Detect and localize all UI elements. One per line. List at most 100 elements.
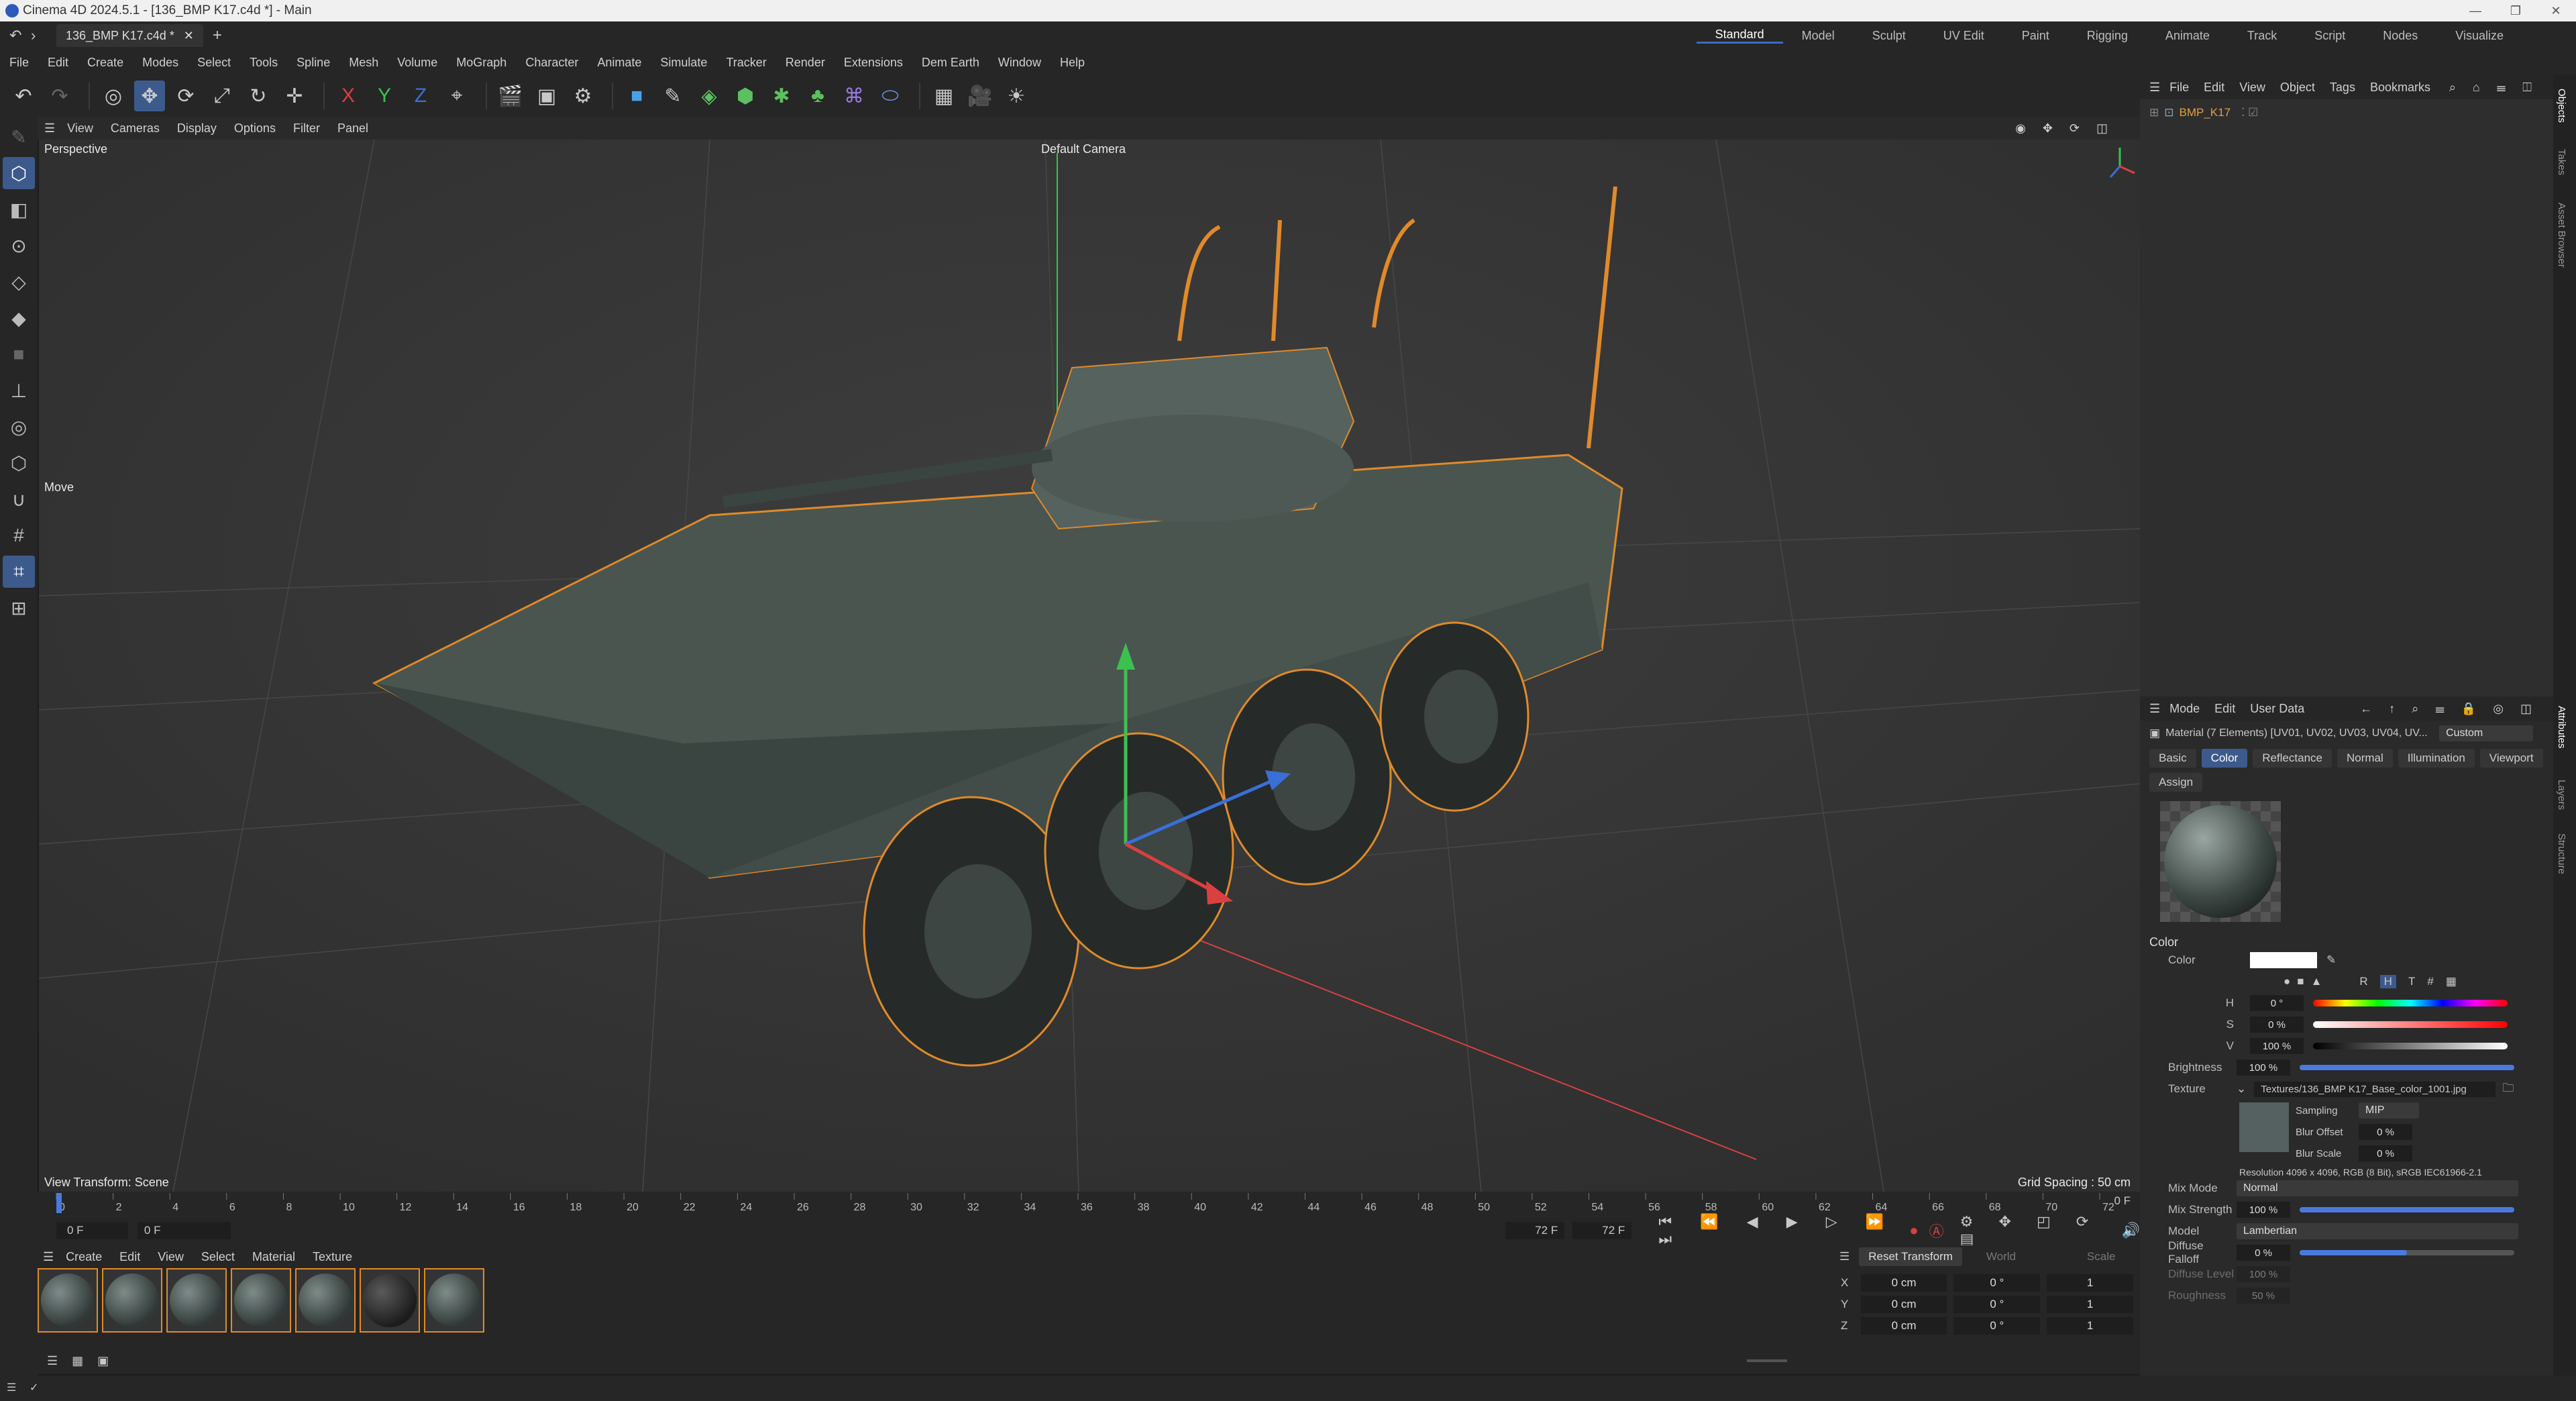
- scale-y-field[interactable]: 1: [2047, 1296, 2134, 1313]
- diffuse-falloff-slider[interactable]: [2300, 1250, 2514, 1255]
- temperature-button[interactable]: T: [2408, 975, 2415, 988]
- eyedropper-icon[interactable]: ✎: [2326, 953, 2336, 967]
- object-name[interactable]: BMP_K17: [2180, 106, 2231, 119]
- menu-simulate[interactable]: Simulate: [660, 56, 707, 70]
- tab-illumination[interactable]: Illumination: [2398, 749, 2475, 768]
- vp-menu-filter[interactable]: Filter: [293, 121, 320, 136]
- mat-menu-view[interactable]: View: [158, 1250, 184, 1264]
- current-frame-field[interactable]: 0 F: [137, 1222, 231, 1239]
- rotate-tool-icon[interactable]: ⟳: [170, 81, 201, 111]
- model-mode-icon[interactable]: ✎: [3, 121, 35, 153]
- layout-paint[interactable]: Paint: [2003, 29, 2068, 43]
- close-button[interactable]: ✕: [2536, 0, 2576, 21]
- 3d-viewport[interactable]: Perspective Default Camera Move View Tra…: [39, 140, 2140, 1192]
- field-object-icon[interactable]: ⬭: [875, 81, 906, 111]
- tab-viewport[interactable]: Viewport: [2479, 749, 2543, 768]
- deformer-icon[interactable]: ⌘: [839, 81, 869, 111]
- vp-menu-display[interactable]: Display: [177, 121, 217, 136]
- close-tab-icon[interactable]: ✕: [184, 29, 194, 43]
- menu-render[interactable]: Render: [786, 56, 825, 70]
- light-icon[interactable]: ☀: [1001, 81, 1032, 111]
- brightness-slider[interactable]: [2300, 1065, 2514, 1070]
- diffuse-level-field[interactable]: 100 %: [2237, 1266, 2290, 1282]
- lock-workplane-icon[interactable]: ⊞: [3, 592, 35, 624]
- side-tab-takes[interactable]: Takes: [2556, 149, 2567, 175]
- scale-z-field[interactable]: 1: [2047, 1317, 2134, 1335]
- menu-select[interactable]: Select: [197, 56, 231, 70]
- hsv-button[interactable]: H: [2379, 975, 2396, 988]
- texture-dropdown-icon[interactable]: ⌄: [2237, 1082, 2246, 1096]
- material-swatch[interactable]: [360, 1268, 420, 1333]
- polygon-mode-icon[interactable]: ◆: [3, 302, 35, 334]
- coord-system-dropdown[interactable]: World: [1986, 1250, 2067, 1263]
- undo-icon[interactable]: ↶: [8, 81, 39, 111]
- redo-history-icon[interactable]: ›: [31, 27, 36, 44]
- magnet-icon[interactable]: ∪: [3, 483, 35, 515]
- obj-menu-bookmarks[interactable]: Bookmarks: [2370, 81, 2430, 95]
- hue-field[interactable]: 0 °: [2250, 995, 2304, 1011]
- material-swatch[interactable]: [102, 1268, 162, 1333]
- generator-icon[interactable]: ⬢: [730, 81, 761, 111]
- hamburger-icon[interactable]: ☰: [7, 1381, 16, 1394]
- spline-pen-icon[interactable]: ✎: [657, 81, 688, 111]
- side-tab-objects[interactable]: Objects: [2556, 89, 2567, 123]
- preset-dropdown[interactable]: Custom: [2439, 725, 2534, 741]
- obj-menu-file[interactable]: File: [2169, 81, 2189, 95]
- uv-mode-icon[interactable]: ■: [3, 338, 35, 370]
- menu-mograph[interactable]: MoGraph: [456, 56, 506, 70]
- timeline[interactable]: 0 2 4 6 8 10 12 14 16 18 20 22 24 26 28 30 32 34 36 38 40 42 4…: [38, 1192, 2140, 1248]
- visibility-dots-icon[interactable]: ⁚ ☑: [2241, 106, 2258, 119]
- color-square-icon[interactable]: ■: [2297, 975, 2304, 988]
- value-slider[interactable]: [2313, 1043, 2508, 1049]
- hex-button[interactable]: #: [2427, 975, 2433, 988]
- start-frame-field[interactable]: 0 F: [56, 1222, 128, 1239]
- attr-menu-mode[interactable]: Mode: [2169, 702, 2200, 716]
- quantize-icon[interactable]: ⌗: [3, 556, 35, 588]
- material-swatch[interactable]: [38, 1268, 98, 1333]
- vp-menu-panel[interactable]: Panel: [337, 121, 368, 136]
- hamburger-icon[interactable]: ☰: [2149, 702, 2160, 716]
- brightness-field[interactable]: 100 %: [2237, 1059, 2290, 1076]
- menu-volume[interactable]: Volume: [397, 56, 437, 70]
- obj-menu-edit[interactable]: Edit: [2204, 81, 2224, 95]
- model-dropdown[interactable]: Lambertian: [2237, 1223, 2518, 1239]
- point-mode-icon[interactable]: ⊙: [3, 229, 35, 262]
- side-tab-layers[interactable]: Layers: [2556, 780, 2567, 810]
- workplane-icon[interactable]: ◎: [3, 411, 35, 443]
- transform-icon[interactable]: ✛: [279, 81, 310, 111]
- side-tab-structure[interactable]: Structure: [2556, 833, 2567, 874]
- blur-scale-field[interactable]: 0 %: [2359, 1145, 2412, 1161]
- layout-animate[interactable]: Animate: [2147, 29, 2229, 43]
- attr-menu-edit[interactable]: Edit: [2214, 702, 2235, 716]
- roughness-field[interactable]: 50 %: [2237, 1288, 2290, 1304]
- keyframe-tools-icons[interactable]: ⚙ ✥ ◰ ⟳ ▤: [1960, 1213, 2112, 1248]
- obj-menu-tags[interactable]: Tags: [2330, 81, 2355, 95]
- axis-mode-icon[interactable]: ⊥: [3, 374, 35, 407]
- redo-icon[interactable]: ↷: [44, 81, 75, 111]
- viewport-camera-label[interactable]: Default Camera: [1041, 142, 1126, 156]
- swatch-size-slider[interactable]: [1747, 1359, 1787, 1362]
- menu-animate[interactable]: Animate: [597, 56, 641, 70]
- hamburger-icon[interactable]: ☰: [1839, 1250, 1849, 1263]
- image-icon[interactable]: ▲: [2311, 975, 2322, 988]
- object-mode-icon[interactable]: ⬡: [3, 157, 35, 189]
- layout-script[interactable]: Script: [2296, 29, 2364, 43]
- autokey-icon[interactable]: Ⓐ: [1929, 1220, 1944, 1241]
- cube-icon[interactable]: ■: [621, 81, 652, 111]
- vp-menu-options[interactable]: Options: [234, 121, 276, 136]
- layout-sculpt[interactable]: Sculpt: [1854, 29, 1925, 43]
- obj-search-icons[interactable]: ⌕ ⌂ ☰ ◫: [2449, 81, 2538, 95]
- layout-uv-edit[interactable]: UV Edit: [1925, 29, 2003, 43]
- diffuse-falloff-field[interactable]: 0 %: [2237, 1245, 2290, 1261]
- tab-reflectance[interactable]: Reflectance: [2253, 749, 2332, 768]
- palette-icon[interactable]: ▦: [2446, 975, 2457, 988]
- document-tab[interactable]: 136_BMP K17.c4d * ✕: [56, 24, 203, 47]
- menu-file[interactable]: File: [9, 56, 29, 70]
- menu-tools[interactable]: Tools: [250, 56, 278, 70]
- grid-snap-icon[interactable]: #: [3, 519, 35, 552]
- edge-mode-icon[interactable]: ◇: [3, 266, 35, 298]
- attr-menu-user-data[interactable]: User Data: [2250, 702, 2304, 716]
- material-swatch[interactable]: [166, 1268, 227, 1333]
- cloner-icon[interactable]: ✱: [766, 81, 797, 111]
- menu-character[interactable]: Character: [525, 56, 578, 70]
